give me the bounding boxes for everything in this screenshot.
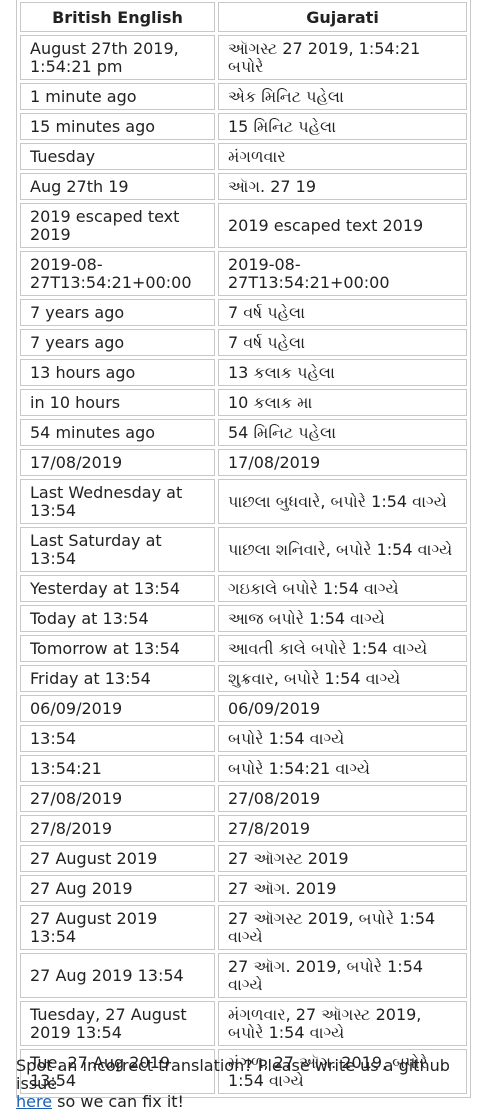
table-row: Tomorrow at 13:54 આવતી કાલે બપોરે 1:54 વા… [20, 635, 467, 662]
cell-british-english: 2019-08-27T13:54:21+00:00 [20, 251, 215, 296]
table-row: Last Wednesday at 13:54 પાછલા બુધવારે, બપ… [20, 479, 467, 524]
cell-gujarati: આવતી કાલે બપોરે 1:54 વાગ્યે [218, 635, 467, 662]
table-row: 27 August 2019 27 ઑગસ્ટ 2019 [20, 845, 467, 872]
cell-gujarati: 27/08/2019 [218, 785, 467, 812]
cell-british-english: Yesterday at 13:54 [20, 575, 215, 602]
table-row: 15 minutes ago 15 મિનિટ પહેલા [20, 113, 467, 140]
cell-gujarati: 54 મિનિટ પહેલા [218, 419, 467, 446]
footer-note: Spot an incorrect translation? Please wr… [16, 1057, 476, 1111]
cell-gujarati: મંગળવાર [218, 143, 467, 170]
table-header-row: British English Gujarati [20, 2, 467, 32]
cell-gujarati: 06/09/2019 [218, 695, 467, 722]
cell-british-english: 15 minutes ago [20, 113, 215, 140]
cell-british-english: 13:54 [20, 725, 215, 752]
table-row: 06/09/2019 06/09/2019 [20, 695, 467, 722]
cell-gujarati: 27 ઑગ. 2019, બપોરે 1:54 વાગ્યે [218, 953, 467, 998]
cell-gujarati: 2019-08-27T13:54:21+00:00 [218, 251, 467, 296]
cell-gujarati: 15 મિનિટ પહેલા [218, 113, 467, 140]
cell-british-english: Tomorrow at 13:54 [20, 635, 215, 662]
cell-british-english: 13 hours ago [20, 359, 215, 386]
table-row: 27 Aug 2019 13:54 27 ઑગ. 2019, બપોરે 1:54… [20, 953, 467, 998]
cell-british-english: August 27th 2019, 1:54:21 pm [20, 35, 215, 80]
table-row: Today at 13:54 આજ બપોરે 1:54 વાગ્યે [20, 605, 467, 632]
cell-british-english: Tuesday, 27 August 2019 13:54 [20, 1001, 215, 1046]
table-row: 27/08/2019 27/08/2019 [20, 785, 467, 812]
cell-gujarati: 27 ઑગ. 2019 [218, 875, 467, 902]
table-row: 13:54:21 બપોરે 1:54:21 વાગ્યે [20, 755, 467, 782]
cell-british-english: Last Saturday at 13:54 [20, 527, 215, 572]
table-row: Yesterday at 13:54 ગઇકાલે બપોરે 1:54 વાગ્… [20, 575, 467, 602]
table-row: 2019-08-27T13:54:21+00:00 2019-08-27T13:5… [20, 251, 467, 296]
table-row: Tuesday મંગળવાર [20, 143, 467, 170]
table-row: Aug 27th 19 ઑગ. 27 19 [20, 173, 467, 200]
cell-british-english: 54 minutes ago [20, 419, 215, 446]
cell-gujarati: 17/08/2019 [218, 449, 467, 476]
cell-gujarati: ઑગસ્ટ 27 2019, 1:54:21 બપોરે [218, 35, 467, 80]
translation-table: British English Gujarati August 27th 201… [16, 0, 471, 1098]
cell-british-english: 1 minute ago [20, 83, 215, 110]
cell-gujarati: 27 ઑગસ્ટ 2019, બપોરે 1:54 વાગ્યે [218, 905, 467, 950]
table-row: 13 hours ago 13 કલાક પહેલા [20, 359, 467, 386]
table-row: 13:54 બપોરે 1:54 વાગ્યે [20, 725, 467, 752]
cell-british-english: 27/08/2019 [20, 785, 215, 812]
cell-british-english: 17/08/2019 [20, 449, 215, 476]
cell-british-english: 2019 escaped text 2019 [20, 203, 215, 248]
table-row: 27 August 2019 13:54 27 ઑગસ્ટ 2019, બપોરે… [20, 905, 467, 950]
table-row: 54 minutes ago 54 મિનિટ પહેલા [20, 419, 467, 446]
table-row: Last Saturday at 13:54 પાછલા શનિવારે, બપો… [20, 527, 467, 572]
cell-british-english: 27 August 2019 13:54 [20, 905, 215, 950]
table-row: 7 years ago 7 વર્ષ પહેલા [20, 329, 467, 356]
cell-gujarati: મંગળવાર, 27 ઑગસ્ટ 2019, બપોરે 1:54 વાગ્ય… [218, 1001, 467, 1046]
cell-gujarati: પાછલા બુધવારે, બપોરે 1:54 વાગ્યે [218, 479, 467, 524]
table-body: August 27th 2019, 1:54:21 pm ઑગસ્ટ 27 201… [20, 35, 467, 1094]
cell-british-english: Friday at 13:54 [20, 665, 215, 692]
table-row: Friday at 13:54 શુક્રવાર, બપોરે 1:54 વાગ્… [20, 665, 467, 692]
footer-text-end: so we can fix it! [52, 1092, 184, 1111]
cell-gujarati: 7 વર્ષ પહેલા [218, 329, 467, 356]
cell-british-english: 7 years ago [20, 329, 215, 356]
cell-british-english: in 10 hours [20, 389, 215, 416]
translation-table-container: British English Gujarati August 27th 201… [16, 0, 471, 1098]
cell-british-english: 27 Aug 2019 13:54 [20, 953, 215, 998]
cell-gujarati: 7 વર્ષ પહેલા [218, 299, 467, 326]
cell-gujarati: બપોરે 1:54:21 વાગ્યે [218, 755, 467, 782]
cell-british-english: 27 August 2019 [20, 845, 215, 872]
cell-gujarati: 10 કલાક મા [218, 389, 467, 416]
cell-gujarati: એક મિનિટ પહેલા [218, 83, 467, 110]
cell-gujarati: આજ બપોરે 1:54 વાગ્યે [218, 605, 467, 632]
cell-british-english: Aug 27th 19 [20, 173, 215, 200]
github-issue-link[interactable]: here [16, 1092, 52, 1111]
table-row: 27/8/2019 27/8/2019 [20, 815, 467, 842]
column-header-gujarati: Gujarati [218, 2, 467, 32]
cell-gujarati: 2019 escaped text 2019 [218, 203, 467, 248]
column-header-british-english: British English [20, 2, 215, 32]
cell-gujarati: ઑગ. 27 19 [218, 173, 467, 200]
cell-british-english: 27/8/2019 [20, 815, 215, 842]
table-row: in 10 hours 10 કલાક મા [20, 389, 467, 416]
table-row: 17/08/2019 17/08/2019 [20, 449, 467, 476]
cell-british-english: Tuesday [20, 143, 215, 170]
cell-gujarati: ગઇકાલે બપોરે 1:54 વાગ્યે [218, 575, 467, 602]
table-row: 2019 escaped text 2019 2019 escaped text … [20, 203, 467, 248]
cell-gujarati: 27/8/2019 [218, 815, 467, 842]
table-row: August 27th 2019, 1:54:21 pm ઑગસ્ટ 27 201… [20, 35, 467, 80]
footer-text: Spot an incorrect translation? Please wr… [16, 1056, 450, 1093]
table-row: Tuesday, 27 August 2019 13:54 મંગળવાર, 27… [20, 1001, 467, 1046]
cell-gujarati: 13 કલાક પહેલા [218, 359, 467, 386]
table-row: 27 Aug 2019 27 ઑગ. 2019 [20, 875, 467, 902]
cell-gujarati: શુક્રવાર, બપોરે 1:54 વાગ્યે [218, 665, 467, 692]
cell-gujarati: 27 ઑગસ્ટ 2019 [218, 845, 467, 872]
cell-gujarati: પાછલા શનિવારે, બપોરે 1:54 વાગ્યે [218, 527, 467, 572]
cell-british-english: 27 Aug 2019 [20, 875, 215, 902]
table-row: 7 years ago 7 વર્ષ પહેલા [20, 299, 467, 326]
table-row: 1 minute ago એક મિનિટ પહેલા [20, 83, 467, 110]
cell-british-english: 7 years ago [20, 299, 215, 326]
cell-gujarati: બપોરે 1:54 વાગ્યે [218, 725, 467, 752]
cell-british-english: 13:54:21 [20, 755, 215, 782]
cell-british-english: Today at 13:54 [20, 605, 215, 632]
cell-british-english: 06/09/2019 [20, 695, 215, 722]
cell-british-english: Last Wednesday at 13:54 [20, 479, 215, 524]
